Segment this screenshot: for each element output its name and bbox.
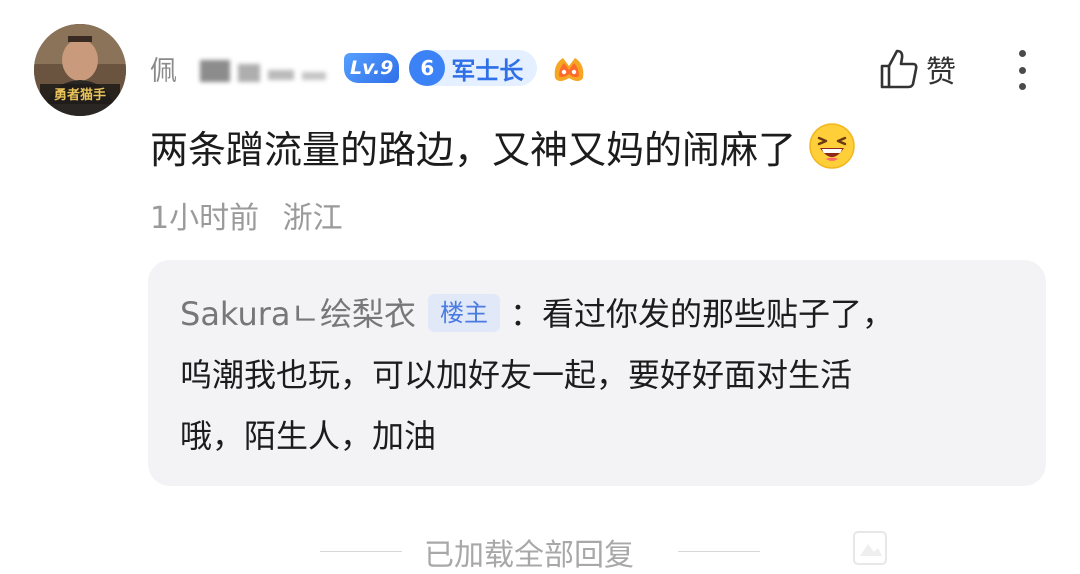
username[interactable]: 佩: [150, 49, 178, 88]
like-button[interactable]: 赞: [878, 44, 956, 94]
thumbs-up-icon: [880, 49, 918, 89]
level-badge: Lv.9: [344, 53, 400, 83]
svg-text:勇者猫手: 勇者猫手: [54, 87, 106, 103]
avatar-image: 勇者猫手: [34, 24, 126, 116]
more-dot-icon: [1018, 50, 1026, 57]
user-row: 佩 Lv.9 6 军士长: [150, 46, 589, 90]
comment-text: 两条蹭流量的路边，又神又妈的闹麻了: [150, 127, 797, 172]
divider-right: [678, 551, 760, 552]
reply-author[interactable]: Sakuraㄴ绘梨衣: [180, 295, 416, 333]
replies-footer: 已加载全部回复: [0, 528, 1080, 574]
rank-badge[interactable]: 6 军士长: [409, 50, 538, 86]
reply-preview[interactable]: Sakuraㄴ绘梨衣 楼主 ：看过你发的那些贴子了， 呜潮我也玩，可以加好友一起，要…: [148, 260, 1046, 486]
owner-tag: 楼主: [427, 294, 500, 332]
reply-line: Sakuraㄴ绘梨衣 楼主 ：看过你发的那些贴子了，: [180, 284, 1014, 345]
laughing-emoji-icon: [809, 123, 855, 169]
more-dot-icon: [1018, 83, 1026, 90]
rank-title: 军士长: [451, 56, 524, 85]
comment-location: 浙江: [282, 201, 343, 236]
game-logo-icon: [555, 58, 584, 81]
like-label: 赞: [926, 55, 956, 90]
more-dot-icon: [1018, 66, 1026, 74]
comment-page: 勇者猫手 佩 Lv.9 6 军士长 赞 两条蹭流量的路边，又神又妈的闹麻了 1小…: [0, 0, 1080, 574]
avatar[interactable]: 勇者猫手: [34, 24, 126, 116]
comment-meta: 1小时前 浙江: [150, 193, 343, 237]
comment-body[interactable]: 两条蹭流量的路边，又神又妈的闹麻了: [150, 118, 856, 174]
reply-text-line: 哦，陌生人，加油: [180, 417, 437, 455]
all-replies-loaded-text: 已加载全部回复: [424, 538, 634, 573]
username-redacted: [180, 50, 340, 86]
rank-number: 6: [409, 50, 446, 86]
watermark-icon: [853, 531, 887, 565]
more-options-button[interactable]: [1006, 48, 1038, 92]
comment-time: 1小时前: [150, 201, 260, 236]
divider-left: [320, 551, 402, 552]
reply-text-line: ：看过你发的那些贴子了，: [509, 295, 894, 333]
reply-text-line: 呜潮我也玩，可以加好友一起，要好好面对生活: [180, 356, 853, 394]
